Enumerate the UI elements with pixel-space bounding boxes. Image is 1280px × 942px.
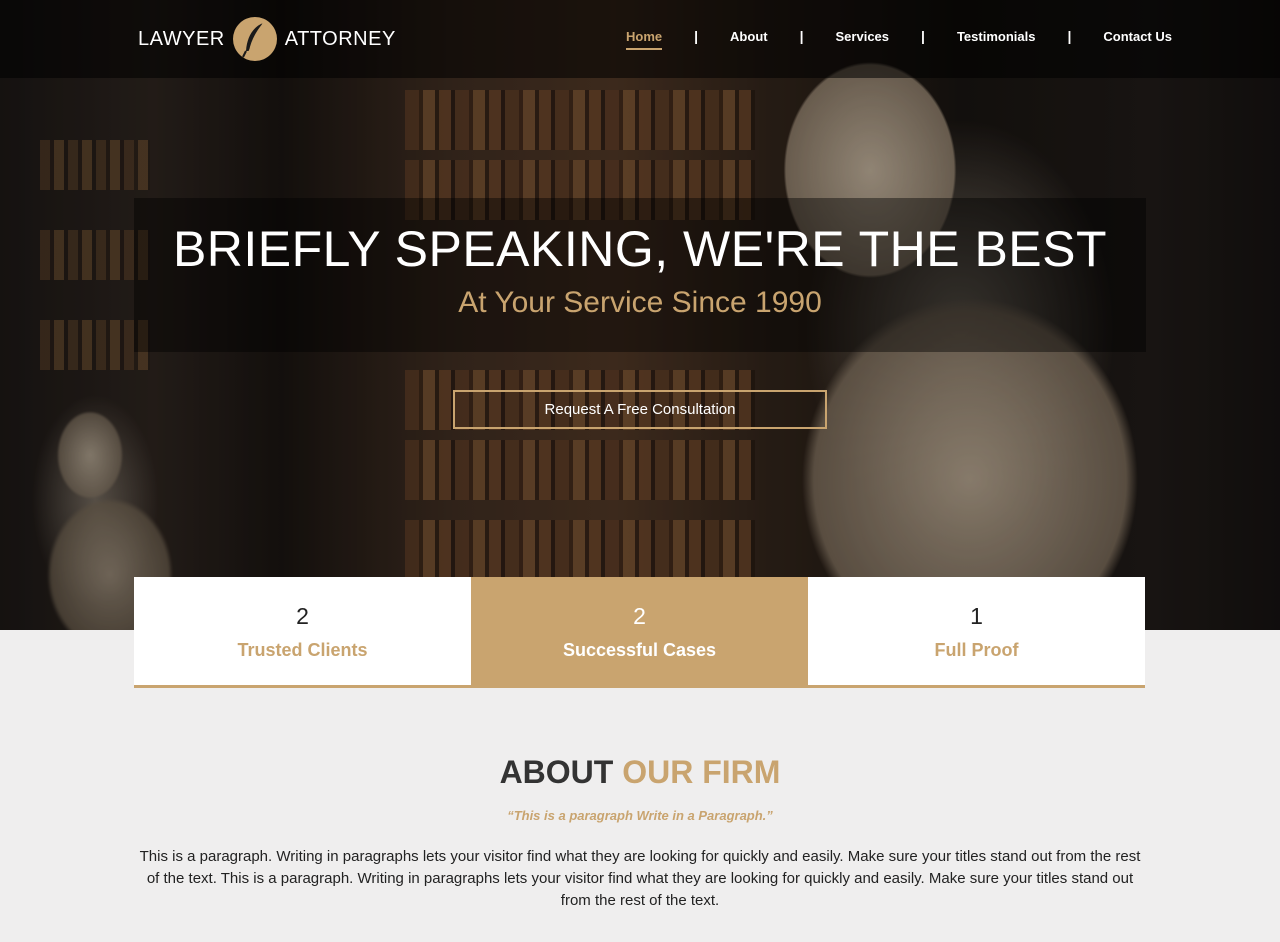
stat-successful-cases: 2 Successful Cases — [471, 577, 808, 685]
stat-full-proof: 1 Full Proof — [808, 577, 1145, 685]
main-nav: Home | About | Services | Testimonials |… — [610, 24, 1188, 50]
site-logo[interactable]: LAWYER ATTORNEY — [138, 14, 396, 64]
nav-services[interactable]: Services — [820, 29, 906, 44]
about-paragraph: This is a paragraph. Writing in paragrap… — [139, 848, 1141, 909]
stat-trusted-clients: 2 Trusted Clients — [134, 577, 471, 685]
about-heading-accent: OUR FIRM — [622, 754, 781, 790]
nav-contact-us[interactable]: Contact Us — [1087, 29, 1188, 44]
about-heading: ABOUT OUR FIRM — [0, 754, 1280, 791]
about-quote: “This is a paragraph Write in a Paragrap… — [507, 808, 773, 823]
hero-section: BRIEFLY SPEAKING, WE'RE THE BEST At Your… — [0, 0, 1280, 630]
hero-title: BRIEFLY SPEAKING, WE'RE THE BEST — [172, 221, 1108, 277]
nav-separator: | — [694, 28, 699, 44]
stat-label: Trusted Clients — [237, 640, 368, 660]
stat-label: Successful Cases — [562, 640, 717, 660]
nav-about[interactable]: About — [714, 29, 784, 44]
quill-icon — [232, 17, 277, 61]
hero-text-band: BRIEFLY SPEAKING, WE'RE THE BEST At Your… — [134, 198, 1146, 352]
stat-label: Full Proof — [934, 640, 1019, 660]
stat-value: 2 — [633, 603, 646, 629]
logo-right-word: ATTORNEY — [284, 27, 396, 50]
hero-subtitle: At Your Service Since 1990 — [458, 286, 822, 319]
about-heading-plain: ABOUT — [499, 754, 614, 790]
stat-value: 2 — [296, 603, 309, 629]
stat-value: 1 — [970, 603, 983, 629]
top-navbar: LAWYER ATTORNEY Home | About | Services … — [0, 0, 1280, 78]
nav-testimonials[interactable]: Testimonials — [941, 29, 1052, 44]
nav-separator: | — [921, 28, 925, 44]
nav-home[interactable]: Home — [610, 29, 678, 50]
nav-separator: | — [799, 28, 804, 44]
request-consultation-button[interactable]: Request A Free Consultation — [453, 390, 827, 429]
logo-left-word: LAWYER — [138, 27, 225, 50]
nav-separator: | — [1067, 28, 1072, 44]
stats-strip: 2 Trusted Clients 2 Successful Cases 1 F… — [134, 577, 1145, 688]
